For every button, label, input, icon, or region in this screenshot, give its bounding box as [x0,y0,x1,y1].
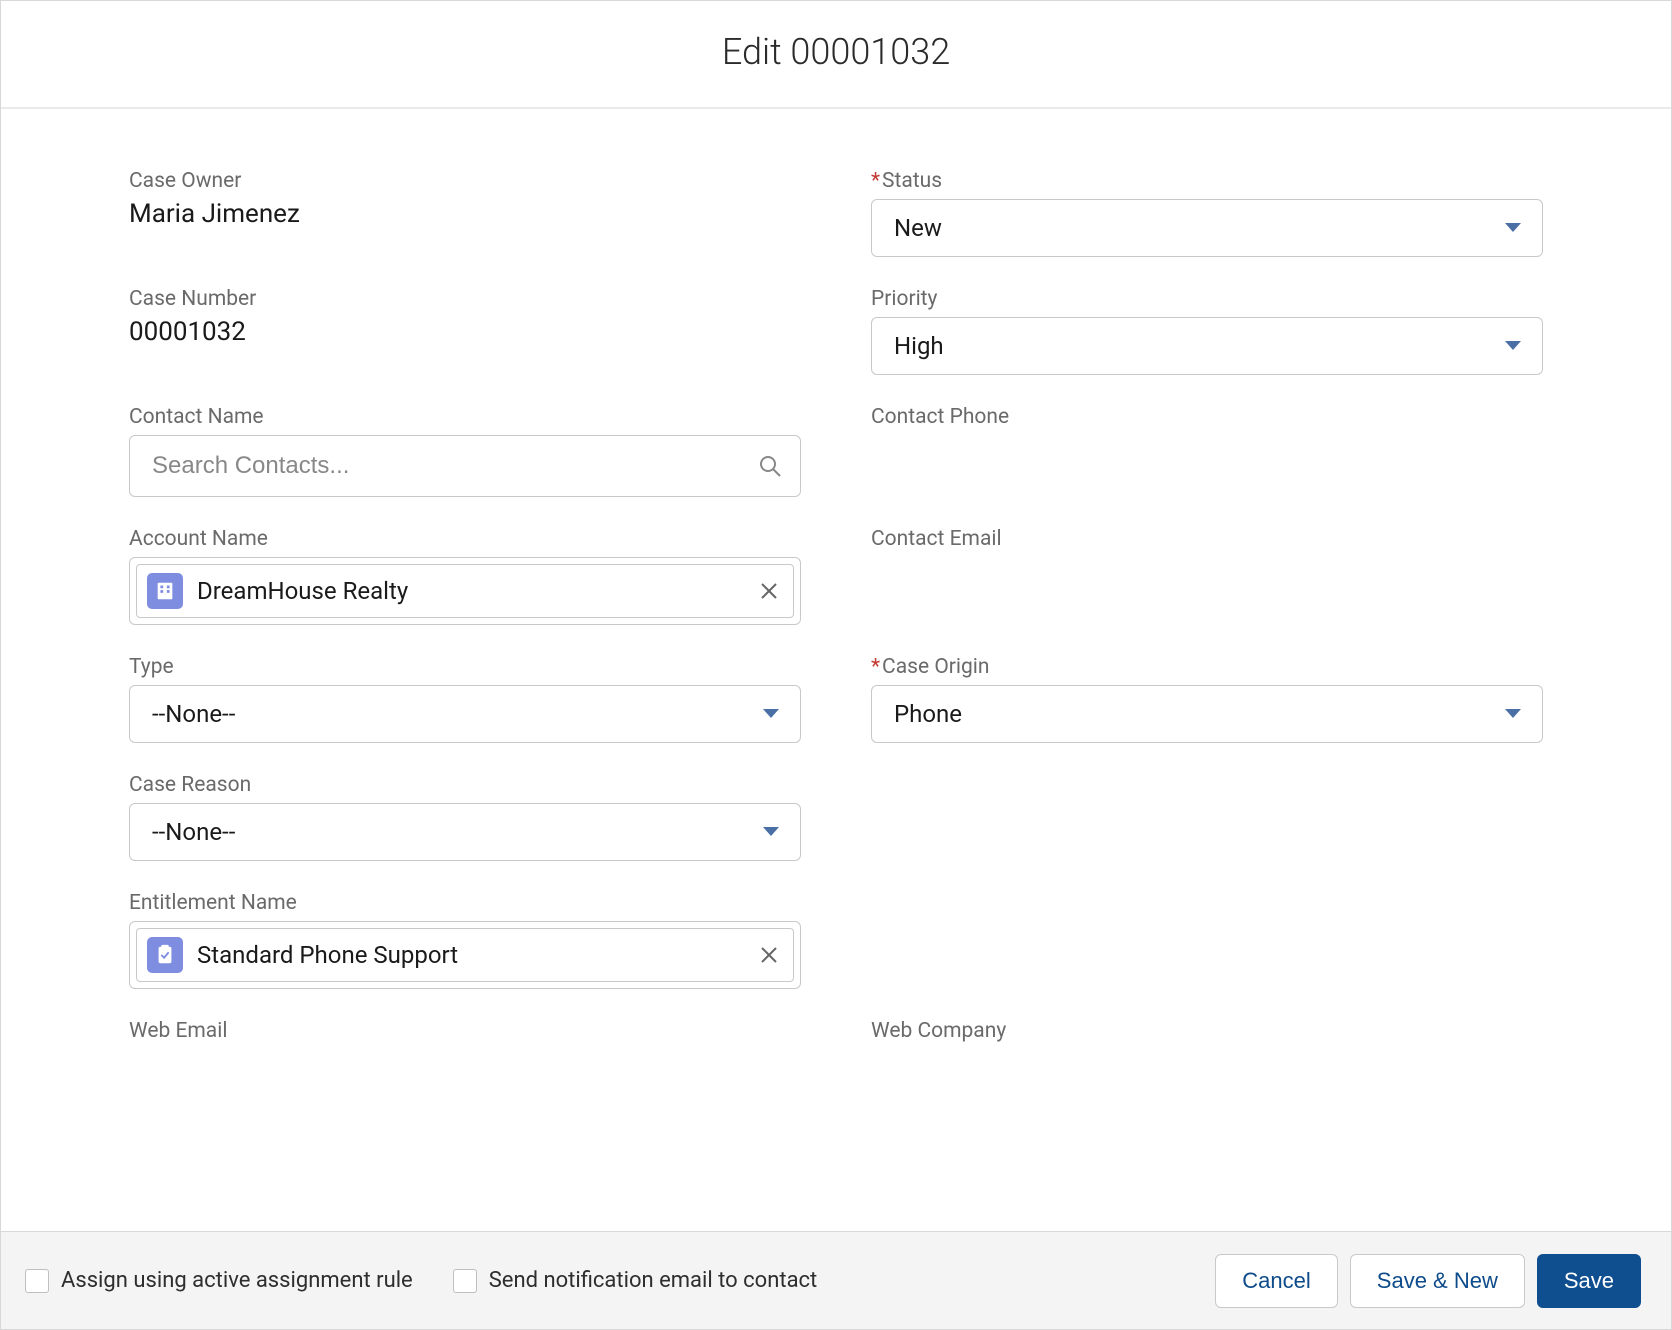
value-case-owner: Maria Jimenez [129,199,801,229]
required-mark-status: * [871,169,880,193]
label-contact-email: Contact Email [871,527,1543,551]
label-priority: Priority [871,287,1543,311]
empty-cell [871,773,1543,891]
label-type: Type [129,655,801,679]
search-icon [758,454,782,478]
assign-rule-option[interactable]: Assign using active assignment rule [25,1268,413,1293]
pill-entitlement: Standard Phone Support [136,928,794,982]
label-account-name: Account Name [129,527,801,551]
label-case-origin-text: Case Origin [882,655,989,679]
picklist-case-reason-value: --None-- [152,818,235,846]
label-status: *Status [871,169,1543,193]
field-account-name: Account Name DreamHouse Realty [129,527,801,625]
form-grid: Case Owner Maria Jimenez *Status New Cas… [129,169,1543,1049]
field-case-number: Case Number 00001032 [129,287,801,375]
label-status-text: Status [882,169,942,193]
send-notification-option[interactable]: Send notification email to contact [453,1268,818,1293]
chevron-down-icon [1504,340,1522,352]
modal-footer: Assign using active assignment rule Send… [1,1231,1671,1329]
label-contact-phone: Contact Phone [871,405,1543,429]
label-assign-rule: Assign using active assignment rule [61,1268,413,1293]
empty-cell [871,891,1543,1019]
entitlement-icon [147,937,183,973]
checkbox-send-notif[interactable] [453,1269,477,1293]
remove-account-button[interactable] [759,581,779,601]
label-case-origin: *Case Origin [871,655,1543,679]
label-case-reason: Case Reason [129,773,801,797]
picklist-priority[interactable]: High [871,317,1543,375]
lookup-contact-name[interactable] [129,435,801,497]
field-contact-phone: Contact Phone [871,405,1543,497]
picklist-case-origin[interactable]: Phone [871,685,1543,743]
label-case-owner: Case Owner [129,169,801,193]
field-web-email: Web Email [129,1019,801,1049]
picklist-case-reason[interactable]: --None-- [129,803,801,861]
field-type: Type --None-- [129,655,801,743]
lookup-account-name[interactable]: DreamHouse Realty [129,557,801,625]
field-case-owner: Case Owner Maria Jimenez [129,169,801,257]
save-button[interactable]: Save [1537,1254,1641,1308]
chevron-down-icon [762,826,780,838]
edit-case-modal: Edit 00001032 Case Owner Maria Jimenez *… [0,0,1672,1330]
picklist-priority-value: High [894,332,944,360]
cancel-button[interactable]: Cancel [1215,1254,1337,1308]
picklist-type-value: --None-- [152,700,235,728]
field-status: *Status New [871,169,1543,257]
label-send-notif: Send notification email to contact [489,1268,818,1293]
footer-buttons: Cancel Save & New Save [1215,1254,1641,1308]
pill-entitlement-label: Standard Phone Support [197,941,458,969]
chevron-down-icon [1504,708,1522,720]
chevron-down-icon [1504,222,1522,234]
picklist-status-value: New [894,214,942,242]
value-case-number: 00001032 [129,317,801,347]
pill-account-label: DreamHouse Realty [197,577,408,605]
pill-account: DreamHouse Realty [136,564,794,618]
picklist-type[interactable]: --None-- [129,685,801,743]
field-entitlement-name: Entitlement Name Standard Phone Support [129,891,801,989]
field-case-origin: *Case Origin Phone [871,655,1543,743]
field-contact-name: Contact Name [129,405,801,497]
label-web-company: Web Company [871,1019,1543,1043]
field-contact-email: Contact Email [871,527,1543,625]
label-contact-name: Contact Name [129,405,801,429]
footer-options: Assign using active assignment rule Send… [25,1268,1215,1293]
lookup-entitlement-name[interactable]: Standard Phone Support [129,921,801,989]
save-and-new-button[interactable]: Save & New [1350,1254,1525,1308]
field-web-company: Web Company [871,1019,1543,1049]
picklist-case-origin-value: Phone [894,700,962,728]
modal-title: Edit 00001032 [1,1,1671,109]
required-mark-origin: * [871,655,880,679]
checkbox-assign-rule[interactable] [25,1269,49,1293]
field-case-reason: Case Reason --None-- [129,773,801,861]
label-web-email: Web Email [129,1019,801,1043]
label-entitlement-name: Entitlement Name [129,891,801,915]
input-contact-name[interactable] [152,452,744,480]
account-icon [147,573,183,609]
chevron-down-icon [762,708,780,720]
remove-entitlement-button[interactable] [759,945,779,965]
picklist-status[interactable]: New [871,199,1543,257]
field-priority: Priority High [871,287,1543,375]
modal-body: Case Owner Maria Jimenez *Status New Cas… [1,109,1671,1231]
label-case-number: Case Number [129,287,801,311]
